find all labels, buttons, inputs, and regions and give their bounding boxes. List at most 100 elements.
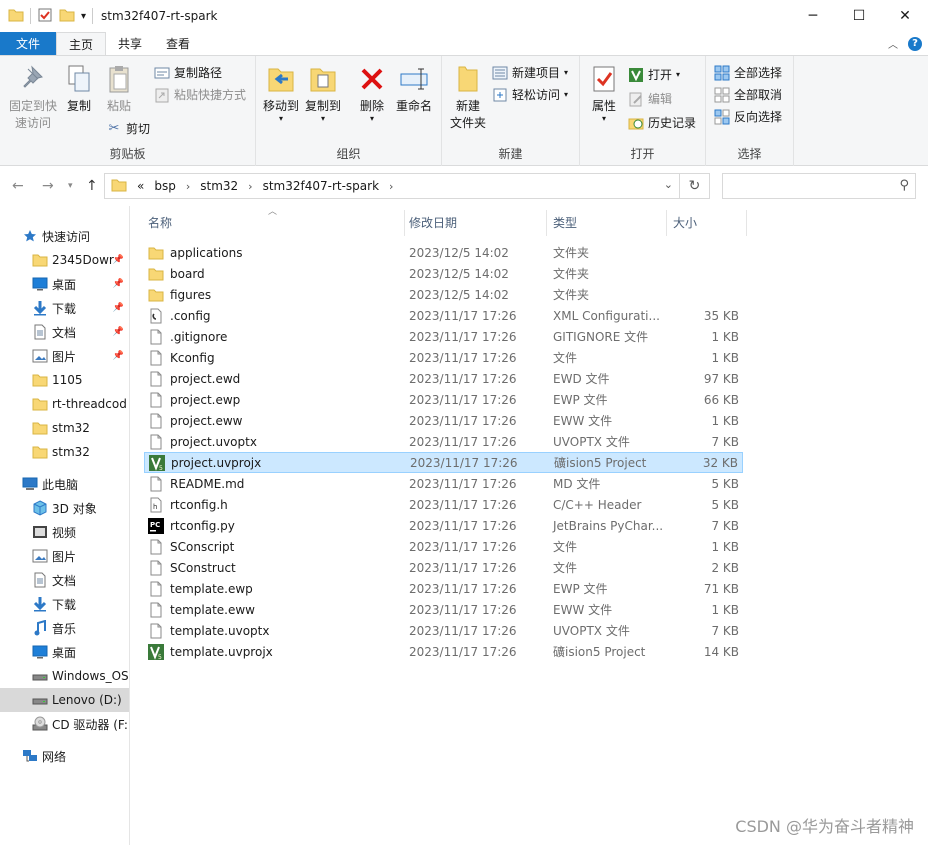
history-button[interactable]: 历史记录 xyxy=(628,114,696,131)
sidebar-item[interactable]: 网络 xyxy=(0,744,129,768)
column-header-date[interactable]: 修改日期 xyxy=(409,206,457,238)
sidebar-item[interactable]: 下载 xyxy=(0,592,129,616)
chevron-right-icon[interactable]: › xyxy=(248,180,252,193)
column-divider[interactable] xyxy=(546,210,547,236)
pin-icon[interactable]: 📌 xyxy=(113,279,124,289)
column-divider[interactable] xyxy=(404,210,405,236)
sidebar-item[interactable]: 此电脑 xyxy=(0,472,129,496)
column-header-size[interactable]: 大小 xyxy=(673,206,697,238)
back-button[interactable]: ← xyxy=(12,178,24,194)
sidebar-item[interactable]: stm32 xyxy=(0,416,129,440)
search-input[interactable]: ⚲ xyxy=(722,173,916,199)
table-row[interactable]: README.md 2023/11/17 17:26 MD 文件 5 KB xyxy=(144,473,743,494)
breadcrumb-item[interactable]: bsp xyxy=(154,179,176,193)
address-bar[interactable]: « bsp › stm32 › stm32f407-rt-spark › ⌄ ↻ xyxy=(104,173,710,199)
minimize-button[interactable]: ─ xyxy=(790,0,836,32)
new-folder-icon[interactable] xyxy=(59,8,75,25)
up-button[interactable]: ↑ xyxy=(86,178,98,194)
table-row[interactable]: project.eww 2023/11/17 17:26 EWW 文件 1 KB xyxy=(144,410,743,431)
table-row[interactable]: .gitignore 2023/11/17 17:26 GITIGNORE 文件 1 … xyxy=(144,326,743,347)
copy-button[interactable]: 复制 xyxy=(62,62,96,115)
invert-selection-button[interactable]: 反向选择 xyxy=(714,108,782,125)
breadcrumb-overflow[interactable]: « xyxy=(137,179,144,193)
table-row[interactable]: template.ewp 2023/11/17 17:26 EWP 文件 71 KB xyxy=(144,578,743,599)
paste-button[interactable]: 粘贴 xyxy=(102,62,136,115)
sidebar-item[interactable]: 下载 📌 xyxy=(0,296,129,320)
breadcrumb-item[interactable]: stm32 xyxy=(200,179,238,193)
select-all-button[interactable]: 全部选择 xyxy=(714,64,782,81)
breadcrumb-item[interactable]: stm32f407-rt-spark xyxy=(263,179,379,193)
properties-icon[interactable] xyxy=(37,7,53,26)
open-button[interactable]: 打开 ▾ xyxy=(628,66,680,83)
edit-button[interactable]: 编辑 xyxy=(628,90,672,107)
table-row[interactable]: project.ewp 2023/11/17 17:26 EWP 文件 66 KB xyxy=(144,389,743,410)
sidebar-item[interactable]: rt-threadcod xyxy=(0,392,129,416)
sidebar-item[interactable]: 视频 xyxy=(0,520,129,544)
table-row[interactable]: template.uvoptx 2023/11/17 17:26 UVOPTX 文件… xyxy=(144,620,743,641)
easy-access-button[interactable]: 轻松访问 ▾ xyxy=(492,86,568,103)
sidebar-item[interactable]: 文档 📌 xyxy=(0,320,129,344)
table-row[interactable]: template.eww 2023/11/17 17:26 EWW 文件 1 KB xyxy=(144,599,743,620)
copy-path-button[interactable]: 复制路径 xyxy=(154,64,222,81)
column-divider[interactable] xyxy=(666,210,667,236)
move-to-button[interactable]: 移动到 ▾ xyxy=(260,62,302,123)
new-folder-button[interactable]: 新建 文件夹 xyxy=(446,62,490,132)
table-row[interactable]: project.ewd 2023/11/17 17:26 EWD 文件 97 KB xyxy=(144,368,743,389)
table-row[interactable]: 5 template.uvprojx 2023/11/17 17:26 礦ision5… xyxy=(144,641,743,662)
sidebar-item[interactable]: stm32 xyxy=(0,440,129,464)
chevron-down-icon[interactable]: ⌄ xyxy=(664,178,673,191)
column-header-name[interactable]: 名称 xyxy=(148,206,172,238)
table-row[interactable]: Kconfig 2023/11/17 17:26 文件 1 KB xyxy=(144,347,743,368)
sidebar-item[interactable]: 3D 对象 xyxy=(0,496,129,520)
maximize-button[interactable]: ☐ xyxy=(836,0,882,32)
table-row[interactable]: applications 2023/12/5 14:02 文件夹 xyxy=(144,242,743,263)
delete-button[interactable]: 删除 ▾ xyxy=(354,62,390,123)
sidebar-item[interactable]: 2345Dowr 📌 xyxy=(0,248,129,272)
forward-button[interactable]: → xyxy=(42,178,54,194)
sidebar-item[interactable]: 桌面 📌 xyxy=(0,272,129,296)
table-row[interactable]: SConscript 2023/11/17 17:26 文件 1 KB xyxy=(144,536,743,557)
tab-share[interactable]: 共享 xyxy=(106,32,154,55)
refresh-button[interactable]: ↻ xyxy=(679,174,709,198)
customize-toolbar-icon[interactable]: ▾ xyxy=(81,11,86,22)
properties-button[interactable]: 属性 ▾ xyxy=(586,62,622,123)
sidebar-item[interactable]: 快速访问 xyxy=(0,224,129,248)
close-button[interactable]: ✕ xyxy=(882,0,928,32)
new-item-button[interactable]: 新建项目 ▾ xyxy=(492,64,568,81)
table-row[interactable]: PC rtconfig.py 2023/11/17 17:26 JetBrains P… xyxy=(144,515,743,536)
sidebar-item[interactable]: 图片 📌 xyxy=(0,344,129,368)
table-row[interactable]: h rtconfig.h 2023/11/17 17:26 C/C++ Header 5… xyxy=(144,494,743,515)
cut-button[interactable]: ✂ 剪切 xyxy=(106,120,150,137)
pin-icon[interactable]: 📌 xyxy=(113,255,124,265)
paste-shortcut-button[interactable]: 粘贴快捷方式 xyxy=(154,86,246,103)
column-header-type[interactable]: 类型 xyxy=(553,206,577,238)
pin-icon[interactable]: 📌 xyxy=(113,303,124,313)
copy-to-button[interactable]: 复制到 ▾ xyxy=(302,62,344,123)
sidebar-item[interactable]: Windows_OS xyxy=(0,664,129,688)
tab-home[interactable]: 主页 xyxy=(56,32,107,55)
table-row[interactable]: SConstruct 2023/11/17 17:26 文件 2 KB xyxy=(144,557,743,578)
sidebar-item[interactable]: 1105 xyxy=(0,368,129,392)
tab-view[interactable]: 查看 xyxy=(154,32,202,55)
table-row[interactable]: 5 project.uvprojx 2023/11/17 17:26 礦ision5 … xyxy=(144,452,743,473)
sidebar-item[interactable]: 桌面 xyxy=(0,640,129,664)
collapse-ribbon-icon[interactable]: ︿ xyxy=(888,36,898,51)
tab-file[interactable]: 文件 xyxy=(0,32,56,55)
chevron-right-icon[interactable]: › xyxy=(186,180,190,193)
column-divider[interactable] xyxy=(746,210,747,236)
sidebar-item[interactable]: 音乐 xyxy=(0,616,129,640)
chevron-right-icon[interactable]: › xyxy=(389,180,393,193)
sidebar-item[interactable]: 文档 xyxy=(0,568,129,592)
sidebar-item[interactable]: 图片 xyxy=(0,544,129,568)
table-row[interactable]: .config 2023/11/17 17:26 XML Configurati..… xyxy=(144,305,743,326)
rename-button[interactable]: 重命名 xyxy=(392,62,436,115)
select-none-button[interactable]: 全部取消 xyxy=(714,86,782,103)
pin-icon[interactable]: 📌 xyxy=(113,351,124,361)
table-row[interactable]: project.uvoptx 2023/11/17 17:26 UVOPTX 文件 7… xyxy=(144,431,743,452)
table-row[interactable]: figures 2023/12/5 14:02 文件夹 xyxy=(144,284,743,305)
recent-locations-button[interactable]: ▾ xyxy=(68,181,73,191)
pin-icon[interactable]: 📌 xyxy=(113,327,124,337)
pin-to-quick-access-button[interactable]: 固定到快速访问 xyxy=(6,62,60,132)
help-icon[interactable]: ? xyxy=(908,36,922,51)
sidebar-item[interactable]: CD 驱动器 (F: xyxy=(0,712,129,736)
